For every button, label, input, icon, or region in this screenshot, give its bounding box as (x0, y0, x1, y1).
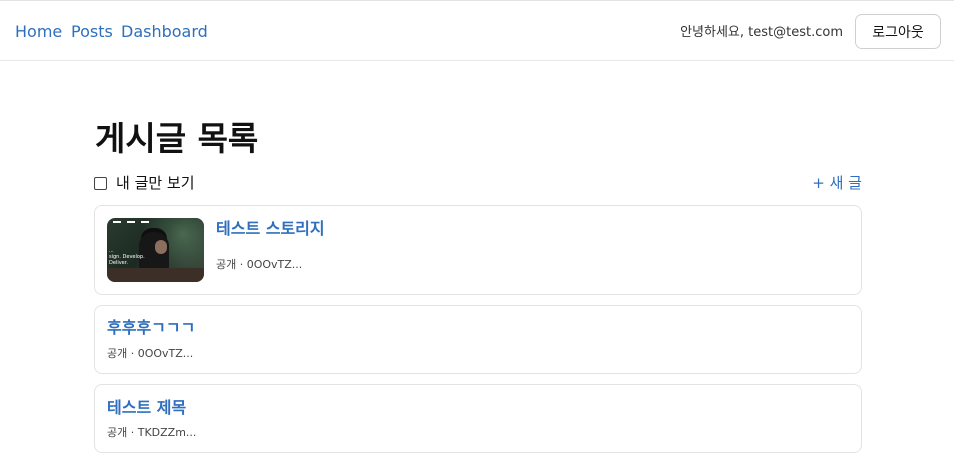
post-thumbnail: ... sign. Develop. Deliver. (107, 218, 204, 282)
logout-button[interactable]: 로그아웃 (855, 14, 941, 49)
my-posts-filter[interactable]: 내 글만 보기 (94, 173, 195, 193)
post-meta: 공개 · 0OOvTZ... (107, 347, 194, 360)
post-card[interactable]: ... sign. Develop. Deliver. 테스트 스토리지 공개 … (94, 205, 862, 295)
post-card[interactable]: 테스트 제목 공개 · TKDZZm... (94, 384, 862, 453)
post-title-link[interactable]: 테스트 스토리지 (216, 218, 325, 240)
nav-home-link[interactable]: Home (15, 21, 62, 43)
nav-dashboard-link[interactable]: Dashboard (121, 21, 208, 43)
page-title: 게시글 목록 (95, 119, 259, 158)
my-posts-filter-label: 내 글만 보기 (116, 174, 195, 192)
post-title-link[interactable]: 후후후ㄱㄱㄱ (107, 317, 195, 339)
user-greeting: 안녕하세요, test@test.com (680, 25, 843, 40)
my-posts-checkbox[interactable] (94, 176, 107, 190)
new-post-link[interactable]: + 새 글 (812, 172, 862, 194)
nav-posts-link[interactable]: Posts (71, 21, 113, 43)
post-meta: 공개 · TKDZZm... (107, 426, 197, 439)
post-card[interactable]: 후후후ㄱㄱㄱ 공개 · 0OOvTZ... (94, 305, 862, 374)
top-navigation-bar: Home Posts Dashboard 안녕하세요, test@test.co… (0, 0, 954, 61)
post-meta: 공개 · 0OOvTZ... (216, 258, 303, 271)
thumbnail-caption: ... sign. Develop. Deliver. (109, 248, 145, 266)
post-title-link[interactable]: 테스트 제목 (107, 397, 186, 419)
